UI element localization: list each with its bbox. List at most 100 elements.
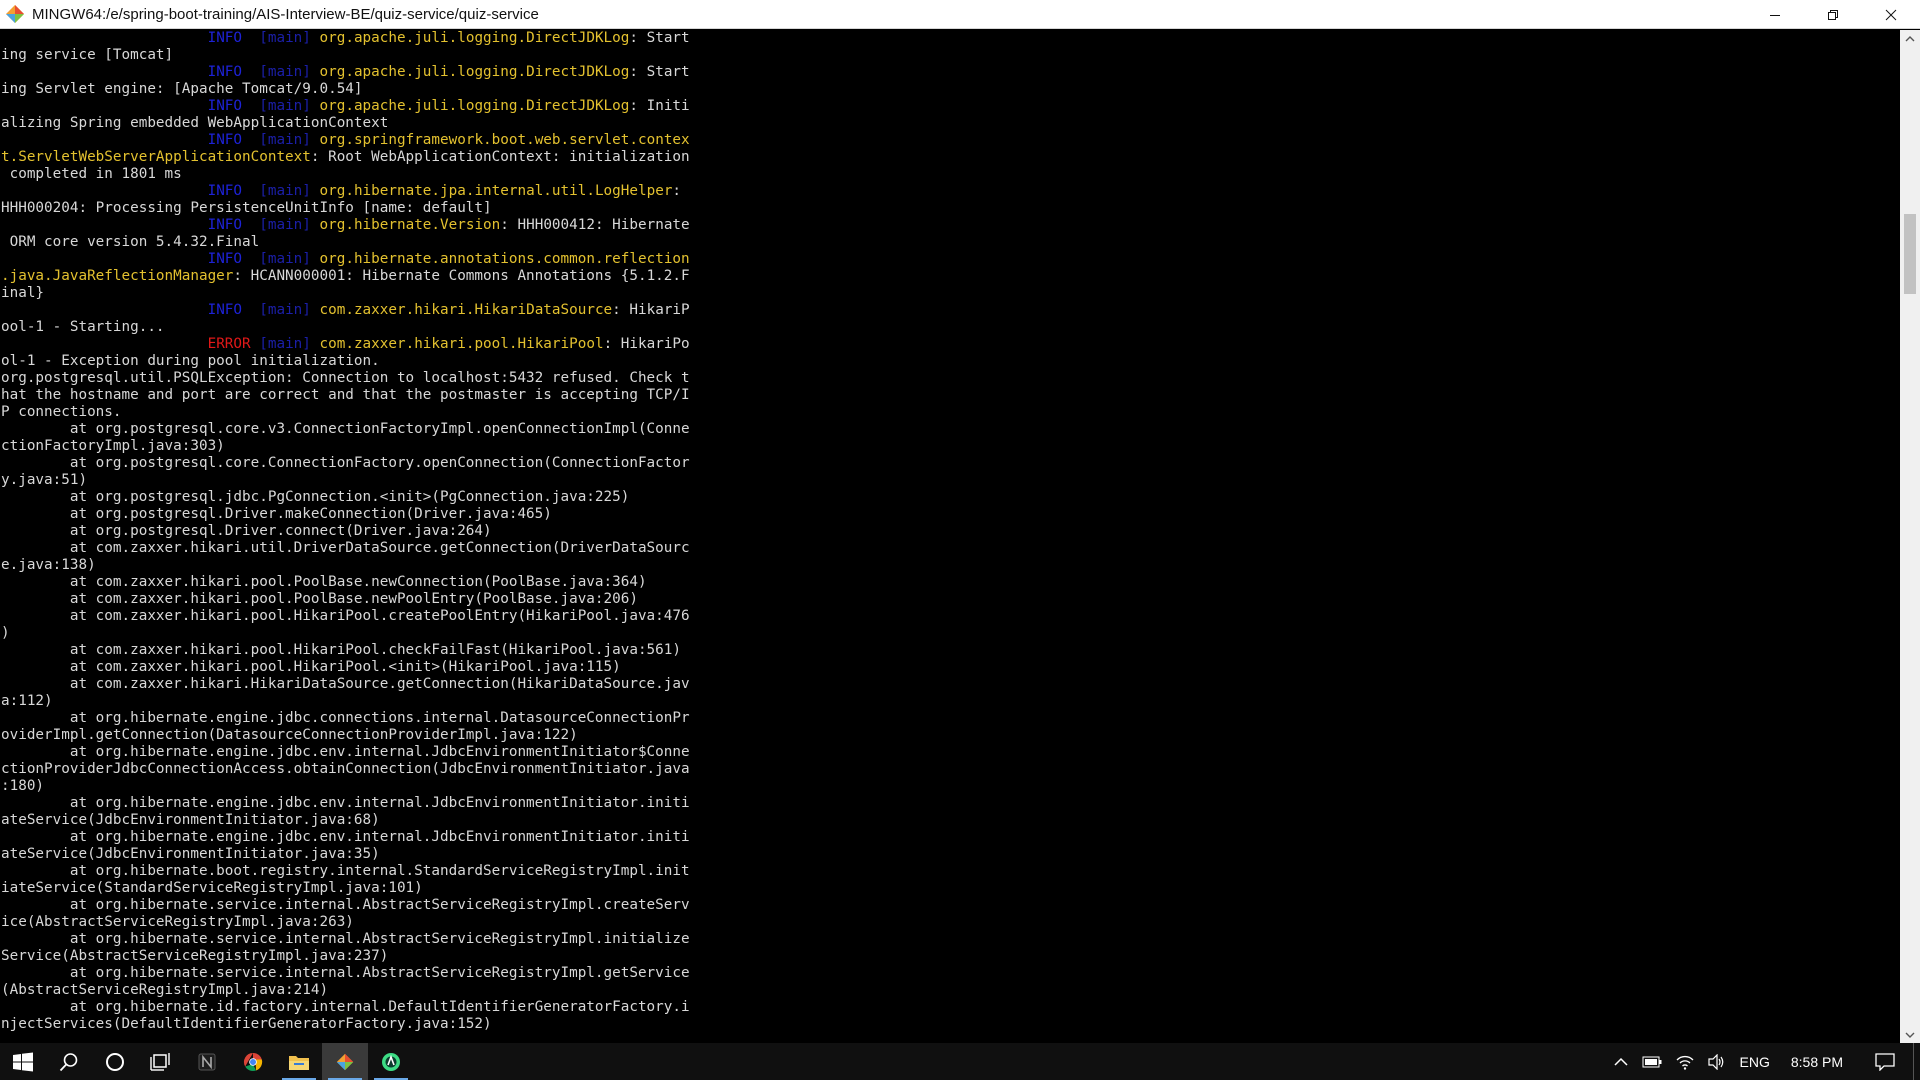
line-text: at org.hibernate.boot.registry.internal.…	[1, 863, 690, 879]
show-desktop-button[interactable]	[1913, 1043, 1920, 1080]
terminal-line: hat the hostname and port are correct an…	[1, 387, 1898, 404]
log-thread: [main]	[259, 183, 311, 199]
log-message: : Start	[629, 64, 690, 80]
close-icon	[1885, 9, 1897, 20]
line-text: ctionFactoryImpl.java:303)	[1, 438, 225, 454]
terminal-line: oviderImpl.getConnection(DatasourceConne…	[1, 727, 1898, 744]
terminal-line: e.java:138)	[1, 557, 1898, 574]
line-text: at com.zaxxer.hikari.pool.PoolBase.newPo…	[1, 591, 638, 607]
window-title-bar[interactable]: MINGW64:/e/spring-boot-training/AIS-Inte…	[0, 0, 1920, 29]
log-message: : HCANN000001: Hibernate Commons Annotat…	[233, 268, 690, 284]
line-text: ool-1 - Starting...	[1, 319, 165, 335]
scrollbar-thumb[interactable]	[1904, 214, 1916, 294]
terminal-line: at com.zaxxer.hikari.pool.HikariPool.<in…	[1, 659, 1898, 676]
clock[interactable]: 8:58 PM	[1777, 1043, 1857, 1080]
terminal-line: inal}	[1, 285, 1898, 302]
terminal-line: at org.hibernate.engine.jdbc.env.interna…	[1, 829, 1898, 846]
terminal-line: completed in 1801 ms	[1, 166, 1898, 183]
close-button[interactable]	[1862, 0, 1920, 29]
chevron-up-icon	[1613, 1057, 1628, 1066]
line-text: a:112)	[1, 693, 53, 709]
log-message: :	[672, 183, 682, 199]
terminal-line: at org.hibernate.service.internal.Abstra…	[1, 897, 1898, 914]
line-text: org.postgresql.util.PSQLException: Conne…	[1, 370, 690, 386]
terminal-line: INFO [main] org.apache.juli.logging.Dire…	[1, 64, 1898, 81]
terminal-lines: INFO [main] org.apache.juli.logging.Dire…	[0, 30, 1898, 1033]
line-text: alizing Spring embedded WebApplicationCo…	[1, 115, 389, 131]
terminal-line: INFO [main] org.apache.juli.logging.Dire…	[1, 98, 1898, 115]
minimize-button[interactable]	[1746, 0, 1804, 29]
line-text: ateService(JdbcEnvironmentInitiator.java…	[1, 846, 380, 862]
search-icon	[59, 1052, 78, 1071]
task-view-button[interactable]	[138, 1043, 184, 1080]
chrome-icon	[243, 1052, 263, 1071]
terminal-line: INFO [main] org.apache.juli.logging.Dire…	[1, 30, 1898, 47]
task-view-icon	[150, 1052, 170, 1071]
line-text: ing service [Tomcat]	[1, 47, 174, 63]
log-message: : HikariP	[612, 302, 690, 318]
terminal-line: INFO [main] org.hibernate.annotations.co…	[1, 251, 1898, 268]
terminal-line: at org.hibernate.id.factory.internal.Def…	[1, 999, 1898, 1016]
action-center-button[interactable]	[1857, 1043, 1913, 1080]
chrome-taskbar-button[interactable]	[230, 1043, 276, 1080]
wifi-icon	[1676, 1055, 1693, 1070]
line-text: at com.zaxxer.hikari.pool.HikariPool.cre…	[1, 608, 690, 624]
file-explorer-taskbar-button[interactable]	[276, 1043, 322, 1080]
line-text: at org.hibernate.engine.jdbc.env.interna…	[1, 795, 690, 811]
cortana-button[interactable]	[92, 1043, 138, 1080]
wifi-button[interactable]	[1669, 1043, 1701, 1080]
line-text: at org.hibernate.engine.jdbc.env.interna…	[1, 744, 690, 760]
git-bash-icon	[336, 1053, 354, 1070]
scroll-down-button[interactable]	[1900, 1026, 1920, 1043]
scroll-up-button[interactable]	[1900, 30, 1920, 47]
log-level: INFO	[207, 132, 251, 148]
terminal-line: ing Servlet engine: [Apache Tomcat/9.0.5…	[1, 81, 1898, 98]
search-button[interactable]	[46, 1043, 92, 1080]
terminal-line: Service(AbstractServiceRegistryImpl.java…	[1, 948, 1898, 965]
line-text: at com.zaxxer.hikari.pool.HikariPool.<in…	[1, 659, 621, 675]
battery-icon	[1642, 1056, 1662, 1067]
line-text: ol-1 - Exception during pool initializat…	[1, 353, 380, 369]
terminal-line: at com.zaxxer.hikari.util.DriverDataSour…	[1, 540, 1898, 557]
line-text: HHH000204: Processing PersistenceUnitInf…	[1, 200, 492, 216]
terminal-line: INFO [main] com.zaxxer.hikari.HikariData…	[1, 302, 1898, 319]
minimize-icon	[1770, 14, 1780, 16]
line-text: Service(AbstractServiceRegistryImpl.java…	[1, 948, 389, 964]
terminal-line: at org.hibernate.boot.registry.internal.…	[1, 863, 1898, 880]
line-text: ORM core version 5.4.32.Final	[1, 234, 260, 250]
log-level: INFO	[207, 64, 251, 80]
log-thread: [main]	[259, 302, 311, 318]
line-text: at org.postgresql.jdbc.PgConnection.<ini…	[1, 489, 630, 505]
log-thread: [main]	[259, 64, 311, 80]
terminal-line: at com.zaxxer.hikari.pool.HikariPool.cre…	[1, 608, 1898, 625]
android-studio-taskbar-button[interactable]	[368, 1043, 414, 1080]
battery-button[interactable]	[1635, 1043, 1669, 1080]
notion-taskbar-button[interactable]	[184, 1043, 230, 1080]
terminal-line: at org.postgresql.core.v3.ConnectionFact…	[1, 421, 1898, 438]
line-text: at org.hibernate.service.internal.Abstra…	[1, 897, 690, 913]
input-language-button[interactable]: ENG	[1733, 1043, 1777, 1080]
terminal-scrollbar[interactable]	[1900, 30, 1920, 1043]
git-bash-taskbar-button[interactable]	[322, 1043, 368, 1080]
line-text: at org.hibernate.service.internal.Abstra…	[1, 931, 690, 947]
start-button[interactable]	[0, 1043, 46, 1080]
log-level: INFO	[207, 302, 251, 318]
restore-button[interactable]	[1804, 0, 1862, 29]
terminal-line: INFO [main] org.springframework.boot.web…	[1, 132, 1898, 149]
show-hidden-icons-button[interactable]	[1607, 1043, 1635, 1080]
volume-button[interactable]	[1701, 1043, 1733, 1080]
line-text: at org.postgresql.Driver.connect(Driver.…	[1, 523, 492, 539]
log-logger: com.zaxxer.hikari.HikariDataSource	[319, 302, 613, 318]
log-thread: [main]	[259, 132, 311, 148]
terminal-line: at org.hibernate.engine.jdbc.connections…	[1, 710, 1898, 727]
git-bash-app-icon	[4, 3, 26, 25]
log-logger: t.ServletWebServerApplicationContext	[1, 149, 311, 165]
system-tray: ENG 8:58 PM	[1607, 1043, 1920, 1080]
terminal-line: alizing Spring embedded WebApplicationCo…	[1, 115, 1898, 132]
android-studio-icon	[382, 1052, 400, 1071]
terminal-output[interactable]: INFO [main] org.apache.juli.logging.Dire…	[0, 30, 1898, 1043]
terminal-line: ctionProviderJdbcConnectionAccess.obtain…	[1, 761, 1898, 778]
